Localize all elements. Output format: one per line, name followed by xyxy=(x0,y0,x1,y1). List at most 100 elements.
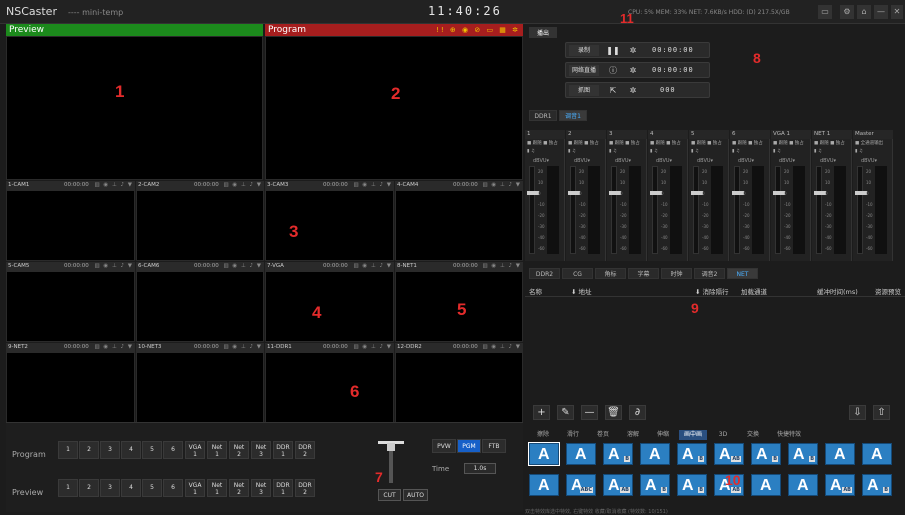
column-header[interactable]: 缓冲时间(ms) xyxy=(817,286,858,296)
preview-source-button[interactable]: 5 xyxy=(142,479,162,497)
multiview-cell[interactable] xyxy=(6,190,135,261)
channel-mute-icons[interactable]: ▮ ♫ xyxy=(689,149,729,157)
channel-buttons[interactable]: ■ 跟随 ■ 独占 xyxy=(730,140,770,148)
channel-buttons[interactable]: ■ 跟随 ■ 独占 xyxy=(525,140,565,148)
channel-buttons[interactable]: ■ 跟随 ■ 独占 xyxy=(812,140,852,148)
tab-source[interactable]: 字幕 xyxy=(628,268,659,279)
channel-mute-icons[interactable]: ▮ ♫ xyxy=(771,149,811,157)
meter-unit-select[interactable]: dBVU▾ xyxy=(615,158,631,164)
preview-source-button[interactable]: Net 3 xyxy=(251,479,271,497)
pgm-button[interactable]: PGM xyxy=(457,439,481,453)
import-icon[interactable]: ⇩ xyxy=(849,405,866,420)
multiview-cell[interactable] xyxy=(136,190,264,261)
channel-buttons[interactable]: ■ 跟随 ■ 独占 xyxy=(566,140,606,148)
program-source-button[interactable]: DDR 1 xyxy=(273,441,293,459)
tab-effect[interactable]: 擦除 xyxy=(529,430,557,440)
cut-button[interactable]: CUT xyxy=(378,489,401,501)
effect-thumbnail[interactable]: AB xyxy=(603,443,633,465)
effect-thumbnail[interactable]: A xyxy=(862,443,892,465)
tab-source[interactable]: CG xyxy=(562,268,593,279)
preview-source-button[interactable]: VGA 1 xyxy=(185,479,205,497)
program-source-button[interactable]: VGA 1 xyxy=(185,441,205,459)
source-tool-icons[interactable]: ▥ ◉ ⊥ ♪ ▼ xyxy=(353,262,392,271)
channel-mute-icons[interactable]: ▮ ♫ xyxy=(607,149,647,157)
preview-source-button[interactable]: 2 xyxy=(79,479,99,497)
volume-fader[interactable] xyxy=(732,166,744,254)
volume-fader[interactable] xyxy=(650,166,662,254)
effect-thumbnail[interactable]: A AB xyxy=(603,474,633,496)
multiview-label[interactable]: 12-DDR2 00:00:00 ▥ ◉ ⊥ ♪ ▼ xyxy=(395,343,523,352)
tab-source[interactable]: 时钟 xyxy=(661,268,692,279)
minimize-icon[interactable]: — xyxy=(874,5,888,19)
channel-buttons[interactable]: ■ 跟随 ■ 独占 xyxy=(689,140,729,148)
program-source-button[interactable]: Net 2 xyxy=(229,441,249,459)
volume-fader[interactable] xyxy=(609,166,621,254)
volume-fader[interactable] xyxy=(855,166,867,254)
program-source-button[interactable]: 1 xyxy=(58,441,78,459)
program-source-button[interactable]: 5 xyxy=(142,441,162,459)
multiview-label[interactable]: 10-NET3 00:00:00 ▥ ◉ ⊥ ♪ ▼ xyxy=(136,343,264,352)
effect-thumbnail[interactable]: A xyxy=(788,474,818,496)
effect-thumbnail[interactable]: A xyxy=(825,443,855,465)
channel-buttons[interactable]: ■ 跟随 ■ 独占 xyxy=(648,140,688,148)
source-tool-icons[interactable]: ▥ ◉ ⊥ ♪ ▼ xyxy=(223,181,262,190)
snapshot-button[interactable]: 抓图 xyxy=(569,85,599,96)
multiview-cell[interactable] xyxy=(136,271,264,342)
preview-source-button[interactable]: Net 2 xyxy=(229,479,249,497)
effect-thumbnail[interactable]: AB xyxy=(677,443,707,465)
effect-thumbnail[interactable]: A xyxy=(528,442,560,466)
tab-effect[interactable]: 快捷特效 xyxy=(769,430,809,440)
preview-source-button[interactable]: DDR 2 xyxy=(295,479,315,497)
volume-fader[interactable] xyxy=(814,166,826,254)
stream-settings-icon[interactable]: ✲ xyxy=(626,65,640,76)
multiview-label[interactable]: 1-CAM1 00:00:00 ▥ ◉ ⊥ ♪ ▼ xyxy=(6,181,135,190)
source-tool-icons[interactable]: ▥ ◉ ⊥ ♪ ▼ xyxy=(482,262,521,271)
effect-thumbnail[interactable]: AB xyxy=(640,474,670,496)
effect-thumbnail[interactable]: A xyxy=(566,443,596,465)
tab-effect[interactable]: 卷页 xyxy=(589,430,617,440)
channel-mute-icons[interactable]: ▮ ♫ xyxy=(525,149,565,157)
preview-source-button[interactable]: 4 xyxy=(121,479,141,497)
stream-button[interactable]: 网络直播 xyxy=(569,65,599,76)
multiview-label[interactable]: 2-CAM2 00:00:00 ▥ ◉ ⊥ ♪ ▼ xyxy=(136,181,264,190)
source-tool-icons[interactable]: ▥ ◉ ⊥ ♪ ▼ xyxy=(353,181,392,190)
tab-source[interactable]: NET xyxy=(727,268,758,279)
preview-source-button[interactable]: 6 xyxy=(163,479,183,497)
program-source-button[interactable]: 2 xyxy=(79,441,99,459)
channel-buttons[interactable]: ■ 跟随 ■ 独占 xyxy=(771,140,811,148)
alert-icon[interactable]: ⓘ xyxy=(606,65,620,76)
multiview-label[interactable]: 9-NET2 00:00:00 ▥ ◉ ⊥ ♪ ▼ xyxy=(6,343,135,352)
tab-audio[interactable]: DDR1 xyxy=(529,110,557,121)
effect-thumbnail[interactable]: A ABC xyxy=(566,474,596,496)
meter-unit-select[interactable]: dBVU▾ xyxy=(697,158,713,164)
effect-thumbnail[interactable]: AB xyxy=(751,443,781,465)
program-monitor[interactable] xyxy=(265,36,523,180)
preview-source-button[interactable]: 3 xyxy=(100,479,120,497)
preview-source-button[interactable]: DDR 1 xyxy=(273,479,293,497)
snapshot-settings-icon[interactable]: ✲ xyxy=(626,85,640,96)
tab-effect[interactable]: 溶解 xyxy=(619,430,647,440)
multiview-cell[interactable] xyxy=(265,352,394,423)
volume-fader[interactable] xyxy=(691,166,703,254)
program-status-icons[interactable]: !! ⊕ ◉ ⊘ ▭ ▦ ✲ xyxy=(436,24,520,36)
source-tool-icons[interactable]: ▥ ◉ ⊥ ♪ ▼ xyxy=(482,343,521,352)
volume-fader[interactable] xyxy=(773,166,785,254)
multiview-cell[interactable] xyxy=(395,190,523,261)
channel-buttons[interactable]: ■ 全通道输出 xyxy=(853,140,893,148)
tab-effect[interactable]: 伸缩 xyxy=(649,430,677,440)
meter-unit-select[interactable]: dBVU▾ xyxy=(861,158,877,164)
source-tool-icons[interactable]: ▥ ◉ ⊥ ♪ ▼ xyxy=(94,343,133,352)
source-tool-icons[interactable]: ▥ ◉ ⊥ ♪ ▼ xyxy=(94,262,133,271)
record-settings-icon[interactable]: ✲ xyxy=(626,45,640,56)
program-source-button[interactable]: 4 xyxy=(121,441,141,459)
remove-icon[interactable]: — xyxy=(581,405,598,420)
edit-icon[interactable]: ✎ xyxy=(557,405,574,420)
meter-unit-select[interactable]: dBVU▾ xyxy=(574,158,590,164)
column-header[interactable]: ⬇ 消除隔行 xyxy=(695,286,729,296)
multiview-label[interactable]: 5-CAM5 00:00:00 ▥ ◉ ⊥ ♪ ▼ xyxy=(6,262,135,271)
add-icon[interactable]: + xyxy=(533,405,550,420)
effect-thumbnail[interactable]: AB xyxy=(677,474,707,496)
effect-thumbnail[interactable]: A xyxy=(529,474,559,496)
source-tool-icons[interactable]: ▥ ◉ ⊥ ♪ ▼ xyxy=(223,262,262,271)
tab-source[interactable]: 调音2 xyxy=(694,268,725,279)
